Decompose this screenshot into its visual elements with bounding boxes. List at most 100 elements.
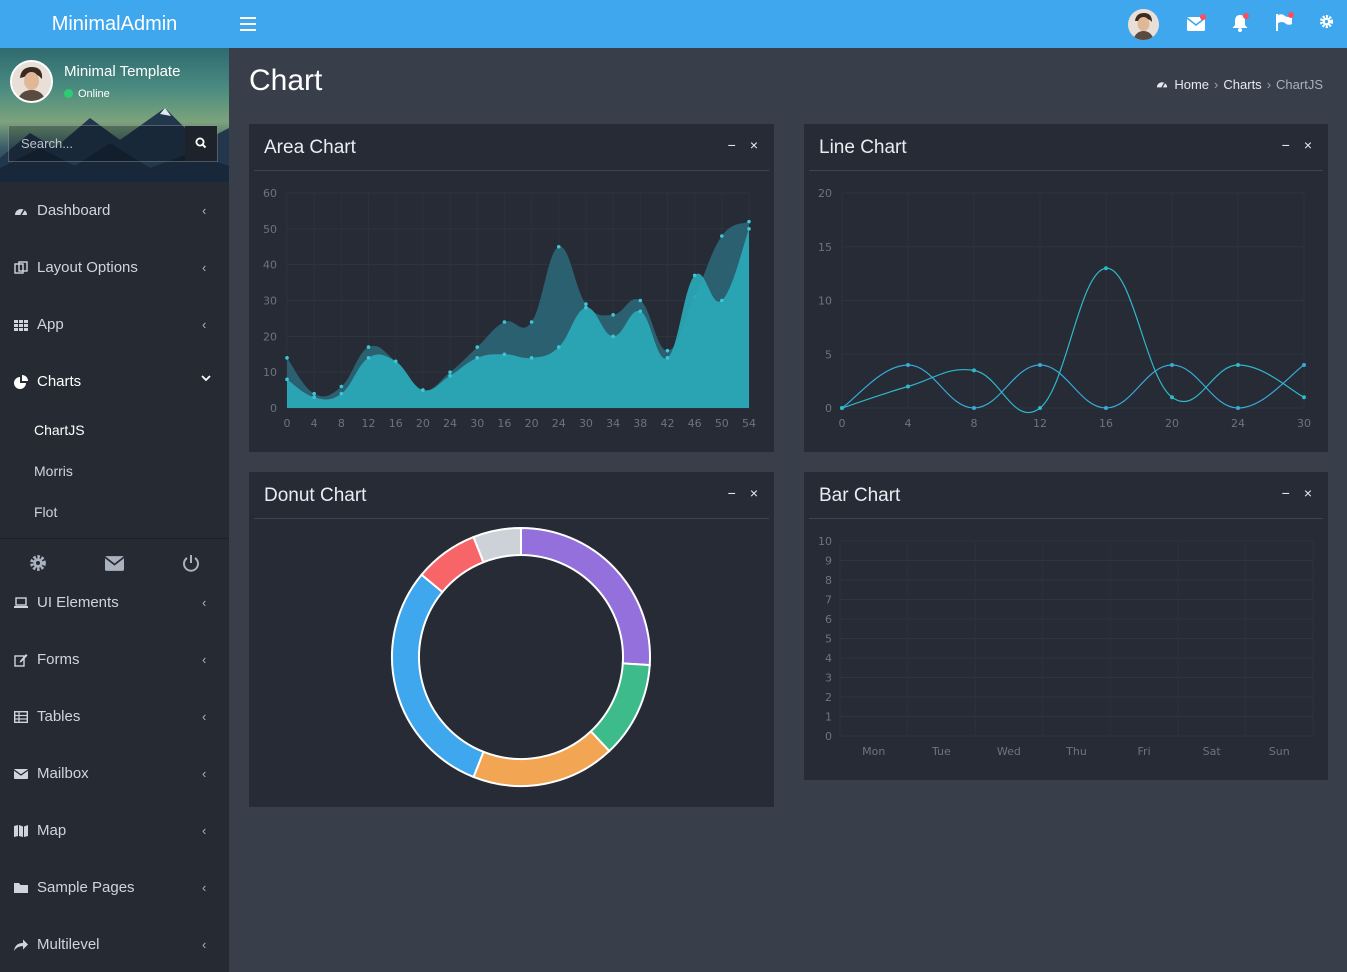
- minimize-button[interactable]: −: [728, 485, 736, 501]
- sidebar-item-map[interactable]: Map ‹: [0, 810, 229, 850]
- sidebar-subitem-morris[interactable]: Morris: [34, 463, 73, 479]
- line-point: [1236, 406, 1240, 410]
- sidebar-subitem-flot[interactable]: Flot: [34, 504, 57, 520]
- y-tick-label: 0: [825, 730, 832, 743]
- folder-icon: [14, 883, 28, 893]
- sidebar-item-forms[interactable]: Forms ‹: [0, 639, 229, 679]
- share-icon: [14, 939, 28, 951]
- close-button[interactable]: ×: [750, 485, 758, 501]
- y-tick-label: 20: [263, 330, 277, 343]
- minimize-button[interactable]: −: [1282, 137, 1290, 153]
- breadcrumb-charts[interactable]: Charts: [1223, 77, 1261, 92]
- area-point: [502, 320, 507, 324]
- table-icon: [14, 711, 28, 724]
- y-tick-label: 3: [825, 672, 832, 685]
- card-title: Bar Chart: [819, 485, 901, 506]
- x-tick-label: Sat: [1203, 745, 1222, 758]
- x-tick-label: Tue: [931, 745, 951, 758]
- sidebar-item-dashboard[interactable]: Dashboard ‹: [0, 190, 229, 230]
- layout-icon: [14, 261, 28, 274]
- x-tick-label: 50: [715, 417, 729, 430]
- line-point: [906, 363, 910, 367]
- x-tick-label: Wed: [997, 745, 1021, 758]
- area-point: [638, 309, 643, 314]
- y-tick-label: 0: [270, 402, 277, 415]
- x-tick-label: Fri: [1138, 745, 1151, 758]
- x-tick-label: 20: [525, 417, 539, 430]
- y-tick-label: 40: [263, 259, 277, 272]
- gear-icon[interactable]: [1319, 14, 1339, 34]
- x-tick-label: 4: [311, 417, 318, 430]
- sidebar-subitem-chartjs[interactable]: ChartJS: [34, 422, 85, 438]
- y-tick-label: 50: [263, 223, 277, 236]
- chevron-left-icon: ‹: [202, 709, 207, 724]
- card-tools: − ×: [714, 137, 758, 153]
- y-tick-label: 15: [818, 241, 832, 254]
- area-point: [611, 334, 615, 339]
- sidebar-item-multilevel[interactable]: Multilevel ‹: [0, 924, 229, 964]
- line-point: [1170, 395, 1174, 400]
- sidebar-item-app[interactable]: App ‹: [0, 304, 229, 344]
- sidebar-item-charts[interactable]: Charts: [0, 361, 229, 401]
- line-point: [1302, 395, 1306, 400]
- x-tick-label: 34: [606, 417, 620, 430]
- laptop-icon: [14, 597, 28, 608]
- area-point: [720, 298, 724, 303]
- y-tick-label: 10: [818, 295, 832, 308]
- area-point: [665, 356, 670, 360]
- x-tick-label: 8: [971, 417, 978, 430]
- bar-chart-card: 0 1 2 3 4 5 6 7 8 9 10 Mon Tue Wed Thu Fri Sat Sun Bar Ch…: [804, 472, 1328, 780]
- chevron-left-icon: ‹: [202, 595, 207, 610]
- area-point: [747, 219, 751, 224]
- sidebar-item-ui-elements[interactable]: UI Elements ‹: [0, 582, 229, 622]
- y-tick-label: 8: [825, 574, 832, 587]
- y-tick-label: 7: [825, 594, 832, 607]
- gear-icon[interactable]: [29, 554, 49, 574]
- close-button[interactable]: ×: [1304, 137, 1312, 153]
- y-tick-label: 10: [263, 366, 277, 379]
- flag-icon[interactable]: [1276, 12, 1296, 34]
- x-tick-label: 54: [742, 417, 756, 430]
- y-tick-label: 2: [825, 691, 832, 704]
- area-point: [475, 356, 480, 360]
- dashboard-icon: [15, 209, 27, 216]
- close-button[interactable]: ×: [1304, 485, 1312, 501]
- minimize-button[interactable]: −: [728, 137, 736, 153]
- mail-icon[interactable]: [1186, 14, 1207, 34]
- close-button[interactable]: ×: [750, 137, 758, 153]
- area-point: [448, 370, 452, 374]
- user-avatar[interactable]: [10, 60, 53, 103]
- x-tick-label: 46: [688, 417, 702, 430]
- sidebar-item-layout-options[interactable]: Layout Options ‹: [0, 247, 229, 287]
- search-button[interactable]: [185, 126, 217, 161]
- minimize-button[interactable]: −: [1282, 485, 1290, 501]
- x-tick-label: 30: [1297, 417, 1311, 430]
- y-tick-label: 30: [263, 295, 277, 308]
- search-input[interactable]: [9, 126, 187, 161]
- sidebar-item-mailbox[interactable]: Mailbox ‹: [0, 753, 229, 793]
- area-point: [720, 234, 724, 238]
- donut-slice-5: [472, 526, 522, 564]
- chevron-left-icon: ‹: [202, 880, 207, 895]
- menu-icon[interactable]: [240, 13, 256, 35]
- y-tick-label: 1: [825, 711, 832, 724]
- card-tools: − ×: [1268, 137, 1312, 153]
- line-point: [840, 406, 844, 410]
- envelope-icon[interactable]: [104, 554, 125, 574]
- line-chart-card: 0 5 10 15 20 0 4 8 12 16 20 24 30 Line Chart − ×: [804, 124, 1328, 452]
- area-point: [556, 244, 561, 249]
- chevron-left-icon: ‹: [202, 260, 207, 275]
- breadcrumb-home[interactable]: Home: [1174, 77, 1209, 92]
- bell-icon[interactable]: [1232, 13, 1252, 34]
- brand-logo[interactable]: MinimalAdmin: [0, 0, 229, 48]
- map-icon: [14, 825, 28, 837]
- avatar[interactable]: [1128, 9, 1159, 40]
- card-tools: − ×: [1268, 485, 1312, 501]
- power-icon[interactable]: [182, 554, 202, 574]
- sidebar-search: [8, 125, 218, 162]
- sidebar-item-tables[interactable]: Tables ‹: [0, 696, 229, 736]
- line-point: [972, 368, 976, 373]
- chevron-down-icon: [201, 371, 211, 386]
- area-point: [502, 352, 507, 357]
- sidebar-item-sample-pages[interactable]: Sample Pages ‹: [0, 867, 229, 907]
